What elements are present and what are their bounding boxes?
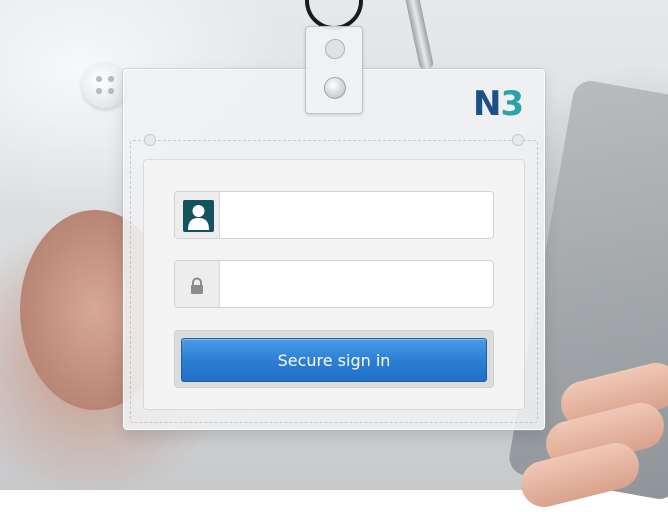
logo-letter: N — [473, 84, 501, 124]
password-icon-box — [175, 261, 220, 307]
username-input[interactable] — [221, 192, 493, 238]
badge-hole — [512, 134, 524, 146]
username-field — [174, 191, 494, 239]
user-silhouette-icon — [183, 200, 214, 232]
badge-clip-icon — [305, 26, 363, 114]
badge-hole — [144, 134, 156, 146]
clip-rivet — [324, 77, 346, 99]
secure-sign-in-button[interactable]: Secure sign in — [181, 338, 487, 382]
password-field — [174, 260, 494, 308]
logo-digit: 3 — [500, 84, 524, 124]
n3-logo: N3 — [473, 84, 524, 124]
stethoscope-decoration — [403, 0, 435, 71]
lock-icon — [191, 277, 203, 294]
coat-button-decoration — [82, 62, 128, 108]
password-input[interactable] — [221, 261, 493, 307]
username-icon-box — [175, 192, 220, 238]
clip-slot — [325, 39, 345, 59]
